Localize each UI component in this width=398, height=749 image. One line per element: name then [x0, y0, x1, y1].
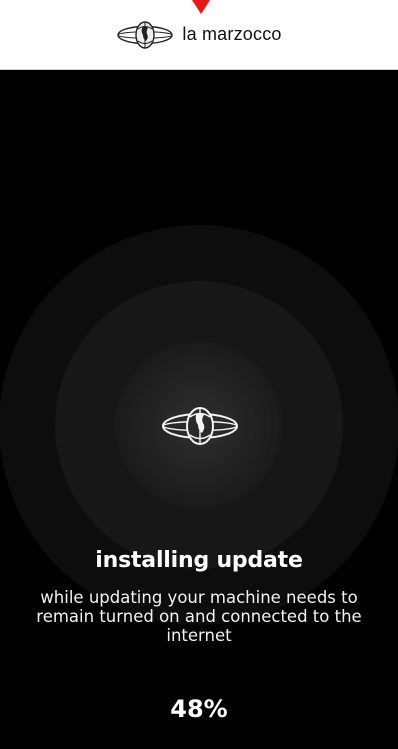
update-status-message: while updating your machine needs to rem…: [36, 588, 362, 645]
top-pointer-marker: [192, 0, 210, 14]
update-status-title: installing update: [95, 548, 303, 573]
update-progress-percent: 48%: [170, 695, 228, 723]
brand-name: la marzocco: [182, 24, 282, 44]
update-screen: installing update while updating your ma…: [0, 70, 398, 749]
center-globe-logo-icon: [162, 407, 238, 445]
la-marzocco-globe-logo-icon: [117, 20, 174, 49]
app-frame: la marzocco installing update while upda…: [0, 0, 398, 749]
